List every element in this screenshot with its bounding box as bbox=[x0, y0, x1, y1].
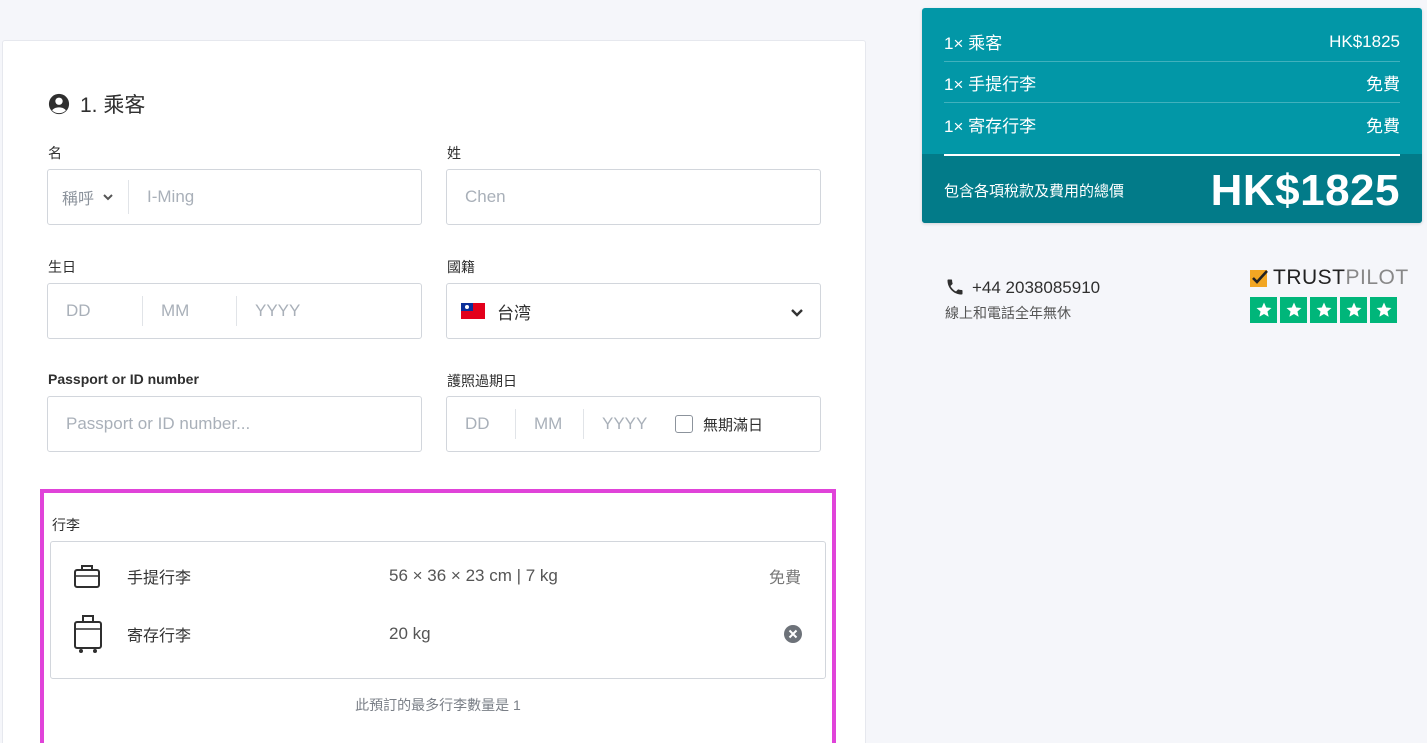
star-icon bbox=[1370, 297, 1397, 323]
total-price: HK$1825 bbox=[1210, 166, 1400, 215]
summary-row: 1× 乘客 HK$1825 bbox=[944, 22, 1400, 62]
nationality-select[interactable]: 台湾 bbox=[446, 283, 821, 339]
taiwan-flag-icon bbox=[461, 303, 485, 319]
dob-year-input[interactable]: YYYY bbox=[236, 296, 356, 326]
expiry-day-input[interactable]: DD bbox=[447, 397, 515, 451]
summary-row-value: HK$1825 bbox=[1329, 31, 1400, 51]
dob-month-input[interactable]: MM bbox=[142, 296, 236, 326]
section-header: 1. 乘客 bbox=[48, 89, 145, 119]
summary-row-value: 免費 bbox=[1366, 75, 1400, 94]
no-expiry-checkbox[interactable] bbox=[675, 415, 693, 433]
contact-phone[interactable]: +44 2038085910 bbox=[972, 278, 1100, 298]
title-select[interactable]: 稱呼 bbox=[48, 180, 130, 214]
dob-label: 生日 bbox=[48, 259, 76, 275]
divider bbox=[944, 154, 1400, 156]
passport-input[interactable]: Passport or ID number... bbox=[47, 396, 422, 452]
star-icon bbox=[1250, 297, 1277, 323]
checked-bag-icon bbox=[74, 615, 102, 653]
remove-icon[interactable] bbox=[783, 624, 803, 644]
baggage-note: 此預訂的最多行李數量是 1 bbox=[355, 697, 521, 713]
baggage-item-checked[interactable]: 寄存行李 20 kg bbox=[51, 614, 825, 654]
user-circle-icon bbox=[48, 93, 70, 115]
baggage-item-name: 手提行李 bbox=[127, 570, 192, 587]
summary-row-label: 1× 寄存行李 bbox=[944, 116, 1037, 136]
baggage-item-name: 寄存行李 bbox=[127, 628, 192, 645]
chevron-down-icon bbox=[791, 309, 803, 317]
passport-expiry-field: DD MM YYYY 無期滿日 bbox=[446, 396, 821, 452]
nationality-label: 國籍 bbox=[447, 259, 475, 275]
dob-day-input[interactable]: DD bbox=[48, 284, 142, 338]
summary-row: 1× 手提行李 免費 bbox=[944, 63, 1400, 103]
baggage-section: 行李 手提行李 56 × 36 × 23 cm | 7 kg 免費 寄存行李 2… bbox=[40, 489, 836, 743]
passenger-form-card: 1. 乘客 名 稱呼 I-Ming 姓 Chen 生日 DD MM YYYY 國… bbox=[2, 40, 866, 743]
cabin-bag-icon bbox=[74, 565, 100, 588]
section-title: 1. 乘客 bbox=[80, 94, 146, 117]
title-select-value: 稱呼 bbox=[62, 191, 95, 208]
baggage-item-cabin[interactable]: 手提行李 56 × 36 × 23 cm | 7 kg 免費 bbox=[51, 556, 825, 596]
last-name-input[interactable]: Chen bbox=[446, 169, 821, 225]
total-label: 包含各項稅款及費用的總價 bbox=[944, 183, 1125, 200]
no-expiry-label: 無期滿日 bbox=[703, 416, 764, 434]
last-name-placeholder: Chen bbox=[465, 187, 506, 206]
baggage-item-dims: 20 kg bbox=[389, 624, 431, 643]
star-icon bbox=[1280, 297, 1307, 323]
trustpilot-check-icon bbox=[1250, 270, 1268, 287]
star-icon bbox=[1310, 297, 1337, 323]
dob-field: DD MM YYYY bbox=[47, 283, 422, 339]
baggage-item-dims: 56 × 36 × 23 cm | 7 kg bbox=[389, 566, 558, 585]
first-name-field: 稱呼 I-Ming bbox=[47, 169, 422, 225]
summary-row-label: 1× 乘客 bbox=[944, 34, 1003, 53]
star-icon bbox=[1340, 297, 1367, 323]
passport-label: Passport or ID number bbox=[48, 371, 199, 387]
first-name-label: 名 bbox=[48, 145, 62, 161]
nationality-value: 台湾 bbox=[497, 303, 531, 323]
passport-placeholder: Passport or ID number... bbox=[66, 414, 251, 433]
price-summary: 1× 乘客 HK$1825 1× 手提行李 免費 1× 寄存行李 免費 包含各項… bbox=[922, 8, 1422, 223]
trustpilot-logo[interactable]: TRUSTPILOT bbox=[1249, 266, 1409, 290]
baggage-label: 行李 bbox=[52, 517, 80, 533]
last-name-label: 姓 bbox=[447, 145, 461, 161]
expiry-month-input[interactable]: MM bbox=[515, 409, 583, 439]
summary-row-label: 1× 手提行李 bbox=[944, 75, 1037, 94]
chevron-down-icon bbox=[103, 194, 113, 201]
expiry-year-input[interactable]: YYYY bbox=[583, 409, 675, 439]
trustpilot-brand-a: TRUST bbox=[1273, 266, 1346, 289]
summary-row-value: 免費 bbox=[1366, 116, 1400, 136]
trustpilot-stars bbox=[1250, 297, 1397, 323]
trustpilot-brand-b: PILOT bbox=[1345, 266, 1409, 289]
baggage-item-price: 免費 bbox=[768, 570, 801, 587]
first-name-input[interactable]: I-Ming bbox=[147, 187, 194, 207]
passport-expiry-label: 護照過期日 bbox=[447, 373, 517, 389]
contact-hours: 線上和電話全年無休 bbox=[945, 305, 1071, 321]
phone-icon bbox=[947, 279, 963, 295]
baggage-list: 手提行李 56 × 36 × 23 cm | 7 kg 免費 寄存行李 20 k… bbox=[50, 541, 826, 679]
summary-row: 1× 寄存行李 免費 bbox=[944, 104, 1400, 144]
